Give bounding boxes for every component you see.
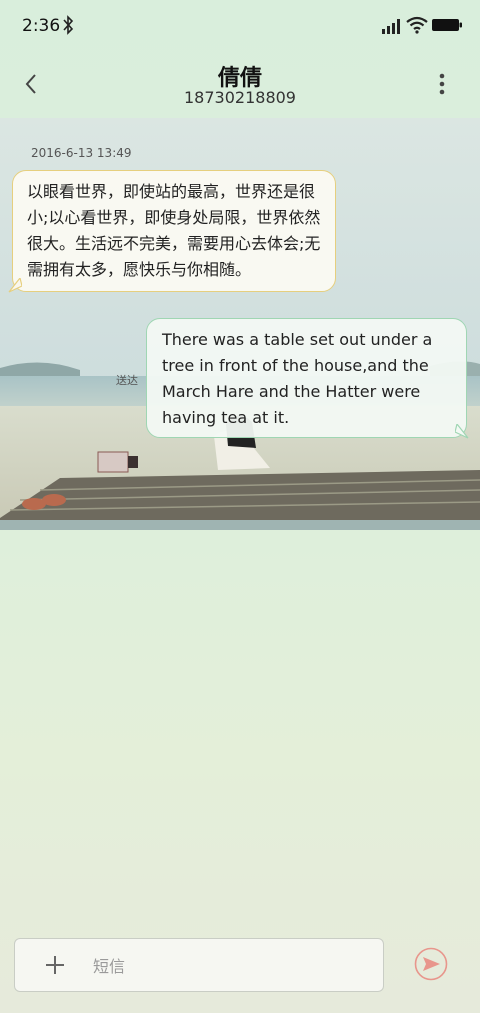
status-time: 2:36 bbox=[22, 16, 61, 36]
status-bar: 2:36 bbox=[0, 0, 480, 52]
incoming-message-bubble[interactable]: 以眼看世界，即使站的最高，世界还是很小;以心看世界，即使身处局限，世界依然很大。… bbox=[12, 170, 336, 292]
bluetooth-icon bbox=[63, 15, 74, 35]
contact-number: 18730218809 bbox=[184, 88, 296, 107]
outgoing-message-bubble[interactable]: There was a table set out under a tree i… bbox=[146, 318, 467, 438]
outgoing-bubble-tail bbox=[455, 424, 469, 439]
signal-icon bbox=[382, 19, 400, 34]
plus-icon[interactable] bbox=[45, 955, 65, 975]
composer-bar bbox=[14, 938, 384, 992]
incoming-bubble-tail bbox=[8, 278, 22, 293]
delivery-status: 送达 bbox=[116, 374, 138, 387]
send-icon[interactable] bbox=[414, 947, 448, 981]
battery-icon bbox=[432, 19, 462, 31]
message-input[interactable] bbox=[91, 953, 365, 979]
conversation-header: 倩倩 18730218809 bbox=[0, 52, 480, 118]
message-timestamp: 2016-6-13 13:49 bbox=[31, 146, 132, 160]
more-vert-icon[interactable] bbox=[432, 70, 452, 98]
wifi-icon bbox=[406, 16, 428, 34]
